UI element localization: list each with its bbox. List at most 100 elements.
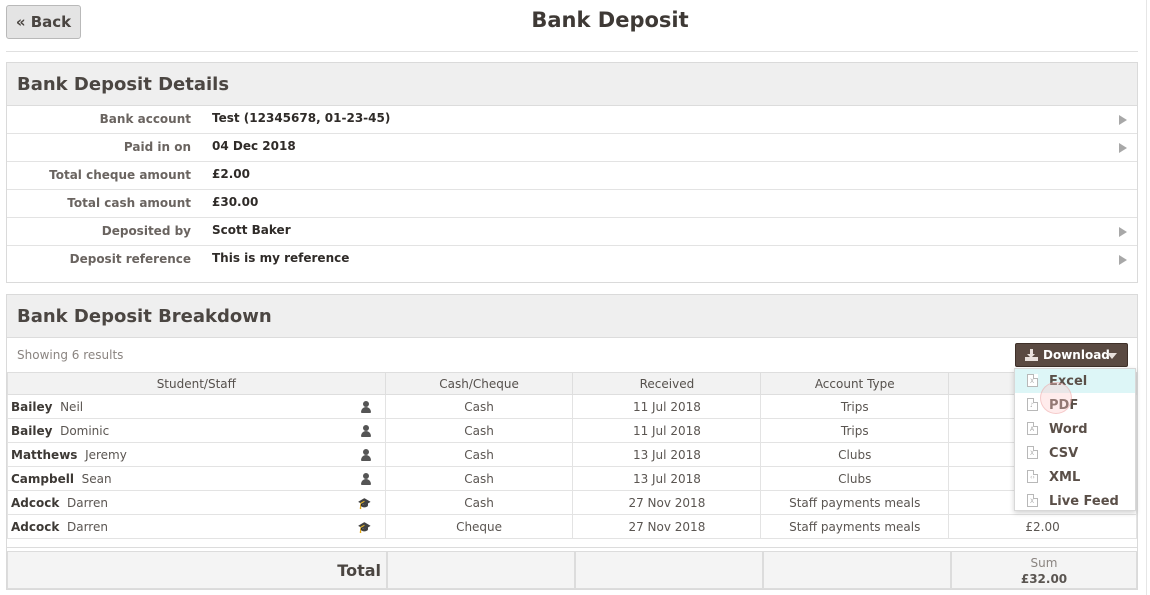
method-cell: Cash — [384, 466, 574, 491]
download-icon — [1025, 349, 1038, 361]
table-row[interactable]: Bailey Neil Cash 11 Jul 2018 Trips — [7, 394, 1137, 419]
surname: Matthews — [11, 447, 78, 462]
received-cell: 13 Jul 2018 — [572, 466, 762, 491]
header-divider — [6, 51, 1138, 52]
detail-value: 04 Dec 2018 — [212, 139, 296, 153]
table-header-row: Student/Staff Cash/Cheque Received Accou… — [7, 372, 1137, 395]
name-cell: Adcock Darren 🎓 — [7, 514, 386, 539]
received-cell: 27 Nov 2018 — [572, 514, 762, 539]
total-empty-cell — [763, 551, 951, 589]
word-file-icon: A — [1027, 422, 1038, 435]
chevron-right-icon[interactable] — [1119, 143, 1127, 153]
chevron-right-icon[interactable] — [1119, 255, 1127, 265]
deposit-details-panel: Bank Deposit Details Bank account Test (… — [6, 62, 1138, 283]
sum-cell: Sum £32.00 — [951, 551, 1137, 589]
menu-item-excel[interactable]: X Excel — [1015, 369, 1135, 393]
person-icon — [360, 425, 371, 437]
menu-item-word[interactable]: A Word — [1015, 417, 1135, 441]
person-icon — [360, 449, 371, 461]
detail-row-deposit-reference[interactable]: Deposit reference This is my reference — [7, 246, 1137, 274]
method-cell: Cash — [384, 418, 574, 443]
total-label: Total — [7, 551, 387, 589]
deposit-breakdown-heading: Bank Deposit Breakdown — [7, 295, 1137, 338]
column-header[interactable]: Received — [572, 372, 762, 395]
name-cell: Campbell Sean — [7, 466, 386, 491]
forename: Jeremy — [85, 447, 127, 462]
sum-value: £32.00 — [1020, 572, 1068, 586]
detail-row-total-cash: Total cash amount £30.00 — [7, 190, 1137, 218]
detail-row-deposited-by[interactable]: Deposited by Scott Baker — [7, 218, 1137, 246]
column-header[interactable]: Student/Staff — [7, 372, 386, 395]
received-cell: 11 Jul 2018 — [572, 394, 762, 419]
caret-down-icon — [1107, 353, 1117, 359]
received-cell: 13 Jul 2018 — [572, 442, 762, 467]
live-feed-file-icon: X — [1027, 494, 1038, 507]
detail-row-bank-account[interactable]: Bank account Test (12345678, 01-23-45) — [7, 106, 1137, 134]
account-type-cell: Trips — [760, 394, 950, 419]
menu-item-label: Word — [1049, 421, 1088, 437]
deposit-details-heading: Bank Deposit Details — [7, 63, 1137, 106]
method-cell: Cash — [384, 394, 574, 419]
deposit-breakdown-panel: Bank Deposit Breakdown Showing 6 results… — [6, 294, 1138, 590]
xml-file-icon: ‹› — [1027, 470, 1038, 483]
menu-item-label: XML — [1049, 469, 1081, 485]
column-header[interactable]: Cash/Cheque — [384, 372, 574, 395]
amount-cell: £2.00 — [948, 514, 1137, 539]
csv-file-icon: X — [1027, 446, 1038, 459]
forename: Dominic — [60, 423, 110, 438]
detail-value: Test (12345678, 01-23-45) — [212, 111, 391, 125]
method-cell: Cash — [384, 490, 574, 515]
detail-value: £30.00 — [212, 195, 259, 209]
account-type-cell: Clubs — [760, 466, 950, 491]
detail-label: Total cheque amount — [49, 168, 191, 182]
top-bar: « Back Bank Deposit — [0, 0, 1150, 48]
table-row[interactable]: Adcock Darren 🎓 Cheque 27 Nov 2018 Staff… — [7, 514, 1137, 539]
forename: Darren — [66, 495, 108, 510]
person-icon — [360, 401, 371, 413]
total-empty-cell — [575, 551, 763, 589]
graduation-cap-icon: 🎓 — [357, 497, 372, 510]
excel-file-icon: X — [1027, 374, 1038, 387]
menu-item-label: Live Feed — [1049, 493, 1119, 509]
account-type-cell: Staff payments meals — [760, 514, 950, 539]
table-row[interactable]: Adcock Darren 🎓 Cash 27 Nov 2018 Staff p… — [7, 490, 1137, 515]
forename: Darren — [66, 519, 108, 534]
detail-label: Bank account — [99, 112, 191, 126]
detail-label: Paid in on — [123, 140, 191, 154]
download-menu: X Excel ♪ PDF A Word X CSV ‹› XML X Live… — [1014, 368, 1136, 511]
detail-value: £2.00 — [212, 167, 250, 181]
page-edge — [1146, 0, 1147, 595]
detail-row-paid-in-on[interactable]: Paid in on 04 Dec 2018 — [7, 134, 1137, 162]
total-row: Total Sum £32.00 — [7, 547, 1137, 589]
received-cell: 11 Jul 2018 — [572, 418, 762, 443]
account-type-cell: Clubs — [760, 442, 950, 467]
surname: Campbell — [11, 471, 74, 486]
menu-item-live-feed[interactable]: X Live Feed — [1015, 489, 1135, 513]
menu-item-label: CSV — [1049, 445, 1079, 461]
column-header[interactable]: Account Type — [760, 372, 950, 395]
surname: Bailey — [11, 399, 53, 414]
menu-item-pdf[interactable]: ♪ PDF — [1015, 393, 1135, 417]
pdf-file-icon: ♪ — [1027, 398, 1038, 411]
table-row[interactable]: Bailey Dominic Cash 11 Jul 2018 Trips — [7, 418, 1137, 443]
chevron-right-icon[interactable] — [1119, 227, 1127, 237]
person-icon — [360, 473, 371, 485]
table-row[interactable]: Matthews Jeremy Cash 13 Jul 2018 Clubs — [7, 442, 1137, 467]
method-cell: Cheque — [384, 514, 574, 539]
account-type-cell: Trips — [760, 418, 950, 443]
breakdown-table: Student/Staff Cash/Cheque Received Accou… — [7, 372, 1137, 539]
download-label: Download — [1043, 348, 1110, 362]
surname: Bailey — [11, 423, 53, 438]
page-title: Bank Deposit — [531, 8, 689, 32]
cursor-click-indicator — [1040, 382, 1072, 414]
menu-item-xml[interactable]: ‹› XML — [1015, 465, 1135, 489]
results-count: Showing 6 results — [17, 348, 124, 362]
table-row[interactable]: Campbell Sean Cash 13 Jul 2018 Clubs — [7, 466, 1137, 491]
detail-value: Scott Baker — [212, 223, 291, 237]
menu-item-csv[interactable]: X CSV — [1015, 441, 1135, 465]
detail-label: Deposit reference — [69, 252, 191, 266]
download-button[interactable]: Download — [1015, 343, 1128, 367]
total-empty-cell — [387, 551, 575, 589]
chevron-right-icon[interactable] — [1119, 115, 1127, 125]
graduation-cap-icon: 🎓 — [357, 521, 372, 534]
